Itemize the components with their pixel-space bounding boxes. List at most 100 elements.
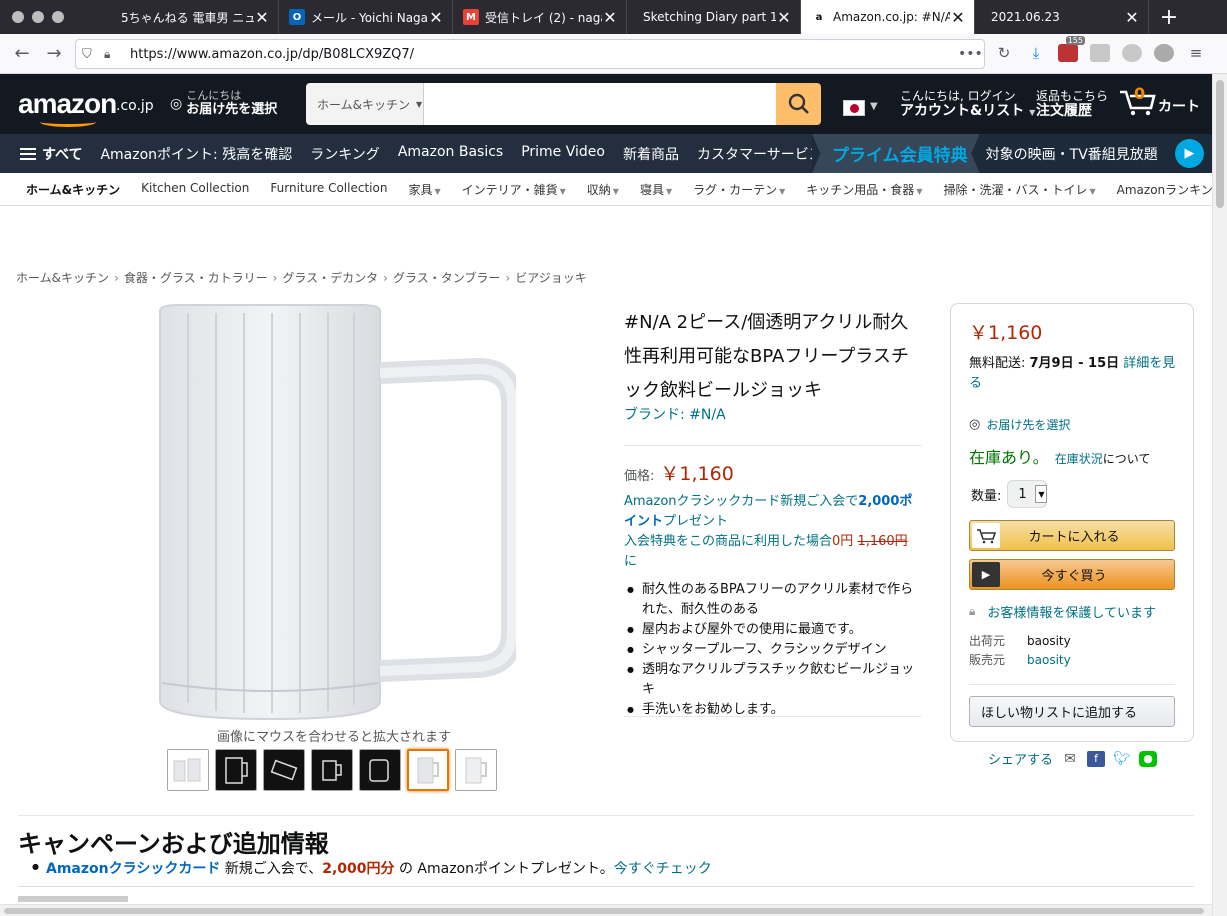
category-nav: ホーム&キッチン Kitchen Collection Furniture Col… [0,173,1225,206]
breadcrumb-link[interactable]: 食器・グラス・カトラリー [124,271,268,285]
secure-transaction-link[interactable]: 🔒︎ お客様情報を保護しています [969,602,1156,621]
feature-bullet: シャッタープルーフ、クラシックデザイン [624,640,924,660]
browser-tab[interactable]: 2021.06.23 ✕ [975,0,1149,34]
subnav-item[interactable]: Prime Video [521,144,605,164]
share-label[interactable]: シェアする [988,749,1053,768]
vertical-scrollbar[interactable] [1212,74,1227,916]
forward-button[interactable]: → [38,43,70,64]
browser-tab[interactable]: O メール - Yoichi Nagash✕ [279,0,453,34]
breadcrumb-link[interactable]: ビアジョッキ [515,271,587,285]
classic-card-link[interactable]: Amazonクラシックカード [46,858,220,878]
deliver-location-link[interactable]: ◎ お届け先を選択 [969,416,1070,433]
quantity-select[interactable]: 1 ▼ [1007,480,1048,508]
browser-tab[interactable]: Sketching Diary part 10 ✕ [627,0,801,34]
breadcrumb-link[interactable]: ホーム&キッチン [16,271,109,285]
menu-icon[interactable]: ≡ [1185,42,1207,64]
category-nav-item[interactable]: Furniture Collection [270,181,387,198]
prime-banner[interactable]: プライム会員特典 対象の映画・TV番組見放題 ▶ [812,134,1212,173]
downloads-icon[interactable]: ⤓ [1025,42,1047,64]
new-tab-button[interactable]: + [1149,0,1189,34]
subnav-item[interactable]: ランキング [310,144,380,164]
category-nav-item[interactable]: 寝具 ▼ [640,181,672,198]
category-home-kitchen[interactable]: ホーム&キッチン [26,181,120,198]
category-nav-item[interactable]: ラグ・カーテン ▼ [693,181,785,198]
scrollbar-thumb[interactable] [1216,80,1224,208]
twitter-icon[interactable]: 🐦︎ [1113,751,1131,767]
category-nav-label: Amazonランキング [1116,182,1225,197]
thumbnail[interactable] [455,749,497,791]
horizontal-scrollbar[interactable] [0,904,1212,916]
card-promo[interactable]: Amazonクラシックカード新規ご入会で2,000ポイントプレゼント 入会特典を… [624,492,924,572]
tab-close-icon[interactable]: ✕ [428,8,444,27]
tab-close-icon[interactable]: ✕ [254,8,270,27]
check-now-link[interactable]: 今すぐチェック [614,858,712,878]
extension-icon[interactable] [1153,42,1175,64]
play-icon[interactable]: ▶ [1175,139,1204,168]
account-lists-menu[interactable]: こんにちは, ログイン アカウント&リスト ▼ [900,89,1035,121]
close-window-button[interactable] [12,11,24,23]
thumbnail[interactable] [311,749,353,791]
category-nav-item[interactable]: インテリア・雑貨 ▼ [462,181,566,198]
breadcrumb: ホーム&キッチン › 食器・グラス・カトラリー › グラス・デカンタ › グラス・タンブラー… [16,269,587,286]
thumbnail[interactable] [215,749,257,791]
browser-tab[interactable]: a Amazon.co.jp: #N/A 2✕ [801,0,975,34]
category-nav-label: Furniture Collection [270,180,388,195]
address-bar[interactable]: ⛉ 🔒︎ https://www.amazon.co.jp/dp/B08LCX9… [75,39,985,69]
stock-status-link[interactable]: 在庫状況 [1055,450,1103,467]
all-menu-button[interactable]: すべて [20,144,82,164]
url-text[interactable]: https://www.amazon.co.jp/dp/B08LCX9ZQ7/ [122,47,958,62]
search-input[interactable] [424,83,776,125]
subnav-item[interactable]: Amazon Basics [398,144,503,164]
minimize-window-button[interactable] [32,11,44,23]
amazon-logo[interactable]: amazon .co.jp [16,80,158,128]
category-nav-item[interactable]: 掃除・洗濯・バス・トイレ ▼ [943,181,1095,198]
thumbnail[interactable] [359,749,401,791]
add-to-wishlist-button[interactable]: ほしい物リストに追加する [969,696,1175,727]
maximize-window-button[interactable] [52,11,64,23]
all-menu-label: すべて [42,146,83,163]
subnav-item[interactable]: Amazonポイント: 残高を確認 [100,144,292,164]
thumbnail[interactable] [263,749,305,791]
lock-icon[interactable]: 🔒︎ [104,47,122,62]
thumbnail[interactable] [167,749,209,791]
ublock-extension-icon[interactable]: 155 [1057,36,1085,64]
tab-close-icon[interactable]: ✕ [602,8,618,27]
brand-link[interactable]: ブランド: #N/A [624,404,726,424]
seller-link[interactable]: baosity [1027,651,1071,670]
deliver-to-button[interactable]: ◎ こんにちは お届け先を選択 [170,90,294,118]
browser-tab[interactable]: 5ちゃんねる 電車男 ニュース✕ [105,0,279,34]
subnav-item[interactable]: カスタマーサービス [697,144,823,164]
category-nav-item[interactable]: Amazonランキング [1117,181,1225,198]
returns-orders-link[interactable]: 返品もこちら 注文履歴 [1036,89,1108,120]
subnav-item[interactable]: 新着商品 [623,144,679,164]
extension-icon[interactable] [1121,42,1143,64]
tab-close-icon[interactable]: ✕ [950,8,966,27]
thumbnail-selected[interactable] [407,749,449,791]
facebook-icon[interactable]: f [1087,750,1106,767]
scrollbar-thumb[interactable] [4,908,1204,914]
email-icon[interactable]: ✉ [1061,751,1079,767]
location-pin-icon: ◎ [170,96,183,112]
line-icon[interactable]: ● [1139,750,1158,767]
breadcrumb-link[interactable]: グラス・タンブラー [393,271,500,285]
reload-icon[interactable]: ↻ [993,42,1015,64]
product-image[interactable] [148,303,516,723]
tab-close-icon[interactable]: ✕ [1124,8,1140,27]
page-actions-icon[interactable]: ••• [958,46,984,62]
tab-close-icon[interactable]: ✕ [776,8,792,27]
search-category-select[interactable]: ホーム&キッチン ▼ [306,83,424,125]
category-nav-item[interactable]: 家具 ▼ [408,181,440,198]
breadcrumb-link[interactable]: グラス・デカンタ [282,271,378,285]
language-flag-icon[interactable] [843,100,865,116]
tracking-shield-icon[interactable]: ⛉ [82,47,104,62]
extension-icon[interactable] [1089,42,1111,64]
cart-button[interactable]: 0 カート [1118,84,1200,116]
category-nav-item[interactable]: キッチン用品・食器 ▼ [806,181,922,198]
add-to-cart-button[interactable]: カートに入れる [969,520,1175,551]
buy-now-button[interactable]: ▶ 今すぐ買う [969,559,1175,590]
category-nav-item[interactable]: 収納 ▼ [587,181,619,198]
search-button[interactable] [776,83,821,125]
category-nav-item[interactable]: Kitchen Collection [141,181,249,198]
back-button[interactable]: ← [6,43,38,64]
browser-tab[interactable]: M 受信トレイ (2) - nagasm✕ [453,0,627,34]
